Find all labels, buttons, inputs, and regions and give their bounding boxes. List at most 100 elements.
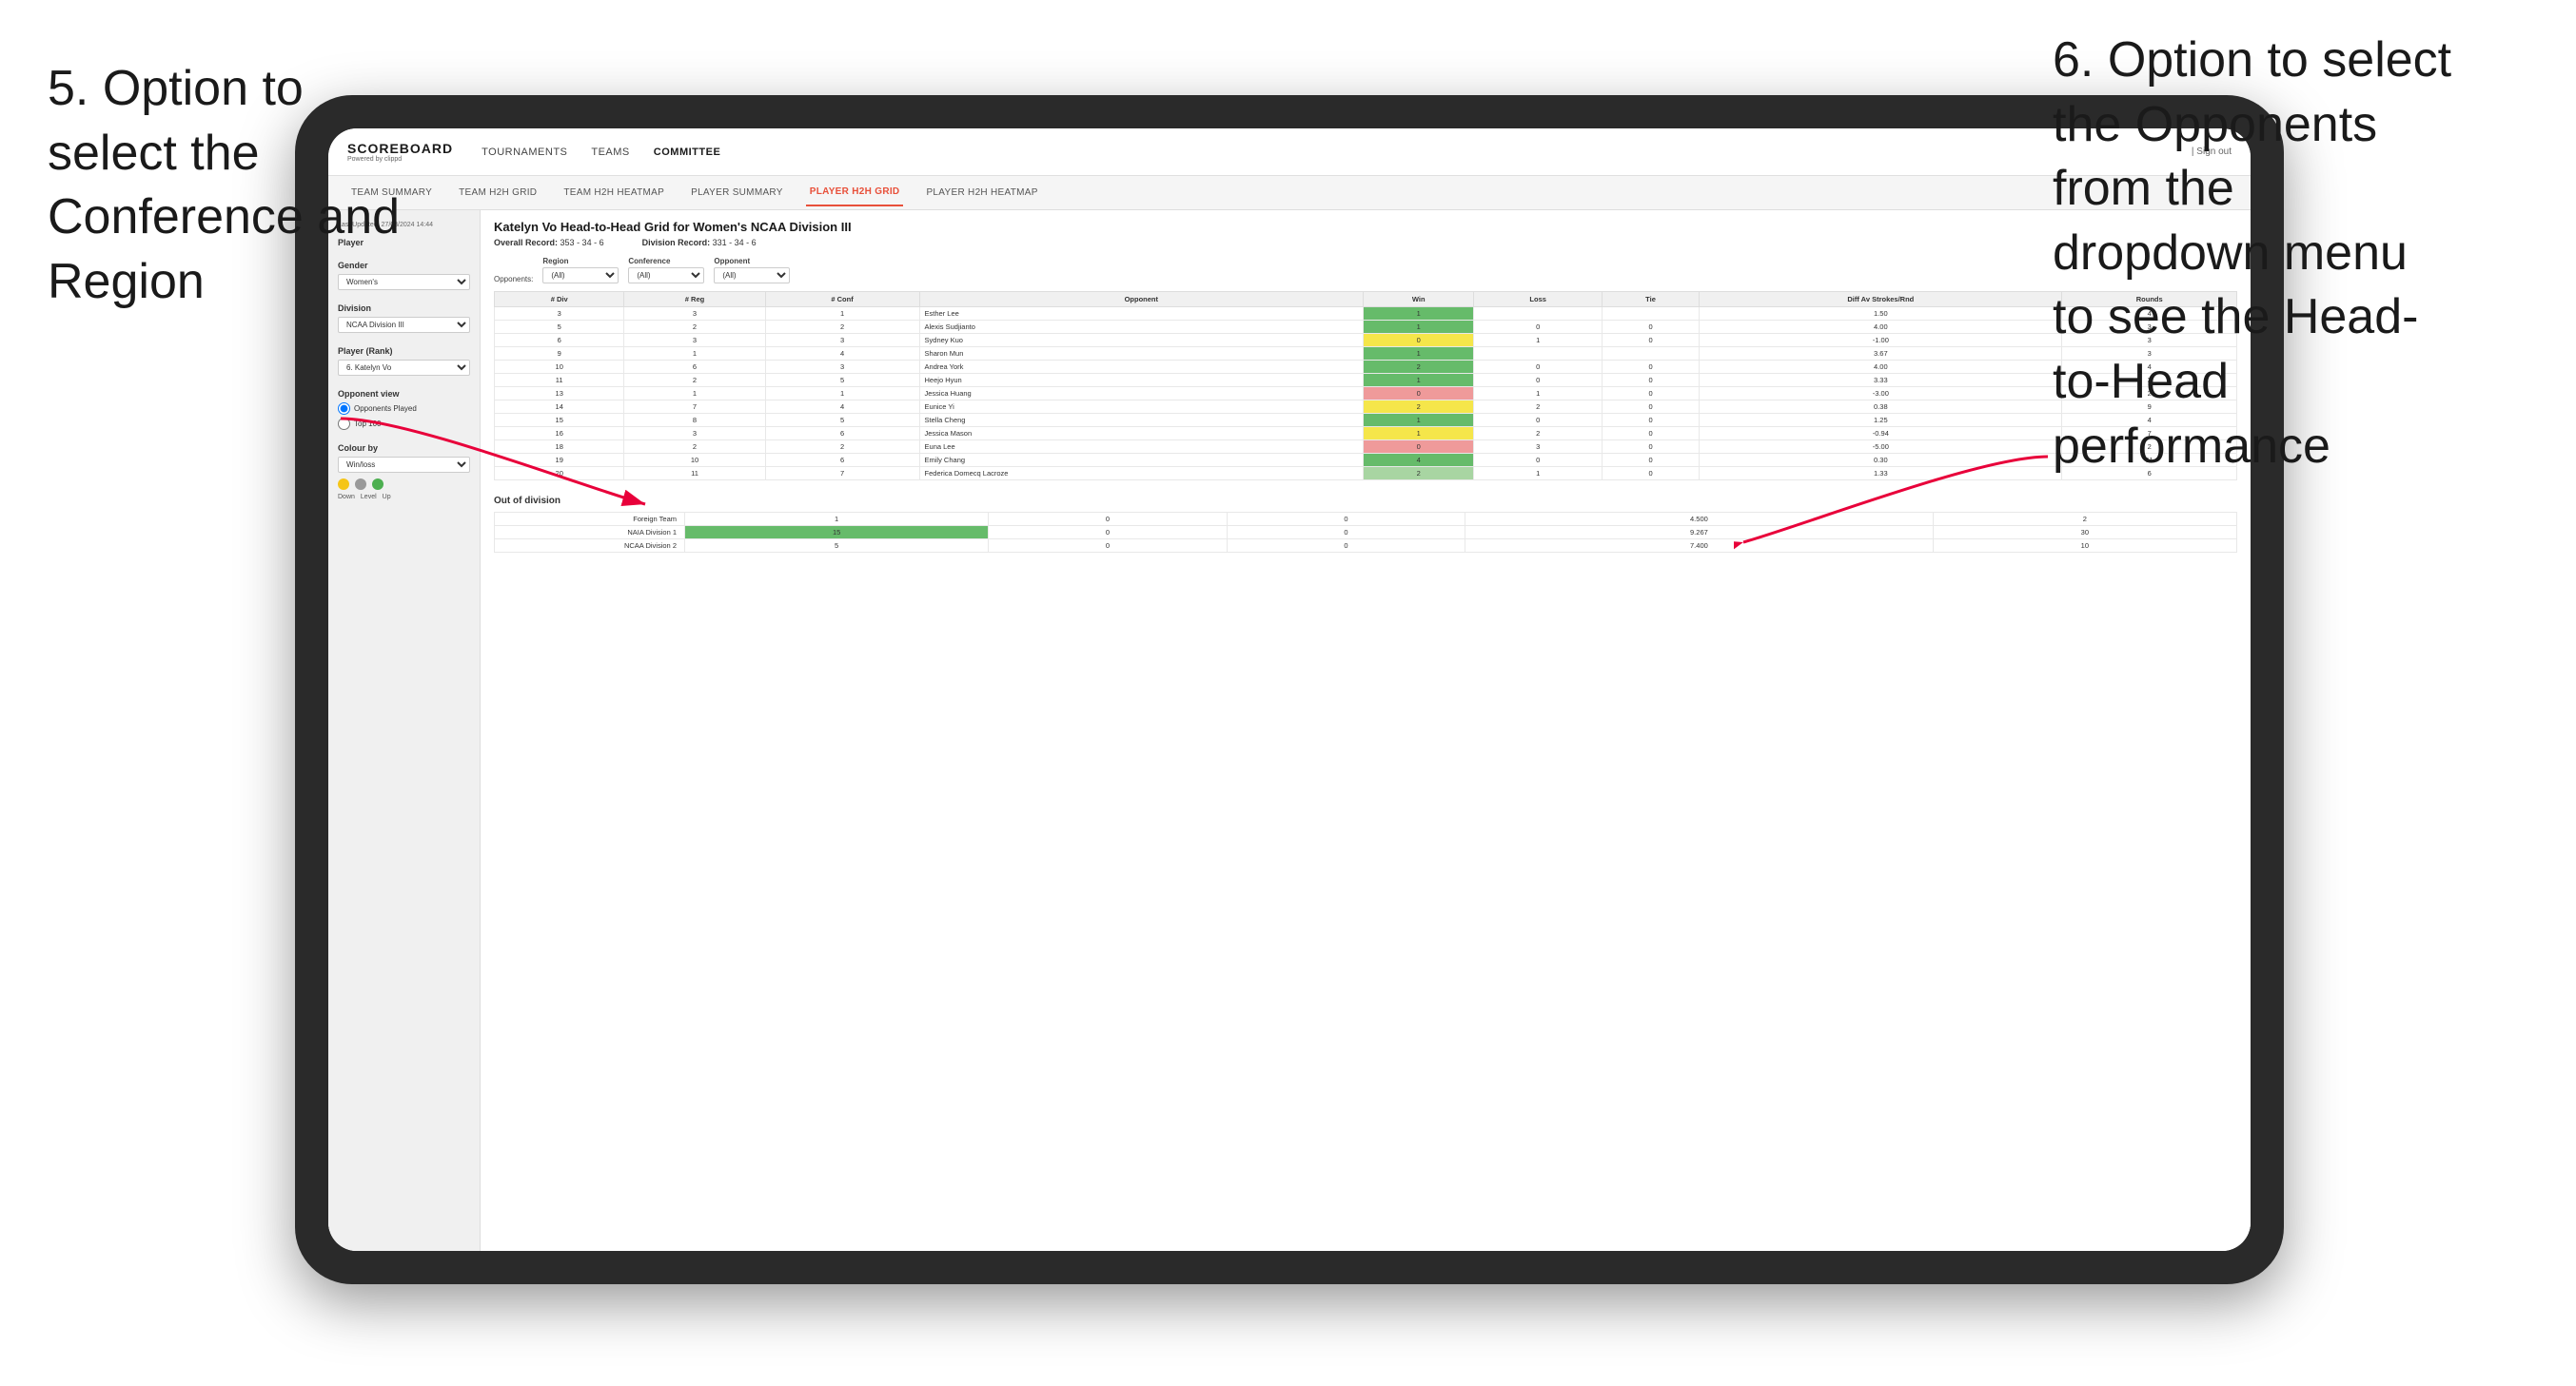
col-loss: Loss bbox=[1474, 292, 1602, 307]
cell-win: 0 bbox=[1364, 440, 1474, 454]
radio-top100[interactable]: Top 100 bbox=[338, 418, 470, 430]
sub-nav-team-h2h-heatmap[interactable]: TEAM H2H HEATMAP bbox=[560, 180, 668, 205]
annotation-left: 5. Option to select the Conference and R… bbox=[48, 57, 400, 314]
table-row: 13 1 1 Jessica Huang 0 1 0 -3.00 2 bbox=[495, 387, 2237, 400]
dot-down bbox=[338, 478, 349, 490]
cell-win: 2 bbox=[1364, 400, 1474, 414]
cell-opponent: Emily Chang bbox=[919, 454, 1364, 467]
cell-diff: 0.38 bbox=[1700, 400, 2062, 414]
cell-out-rounds: 2 bbox=[1933, 513, 2236, 526]
radio-opponents-played[interactable]: Opponents Played bbox=[338, 402, 470, 415]
main-content: Last Updated: 27/03/2024 14:44 Player Ge… bbox=[328, 210, 2251, 1251]
filter-row: Opponents: Region (All) Conference (All) bbox=[494, 257, 2237, 283]
cell-div: 6 bbox=[495, 334, 624, 347]
cell-out-diff: 4.500 bbox=[1465, 513, 1934, 526]
cell-loss: 0 bbox=[1474, 361, 1602, 374]
cell-div: 20 bbox=[495, 467, 624, 480]
col-win: Win bbox=[1364, 292, 1474, 307]
cell-reg: 2 bbox=[624, 440, 765, 454]
dot-level bbox=[355, 478, 366, 490]
table-row: 9 1 4 Sharon Mun 1 3.67 3 bbox=[495, 347, 2237, 361]
data-area: Katelyn Vo Head-to-Head Grid for Women's… bbox=[481, 210, 2251, 1251]
table-row: 11 2 5 Heejo Hyun 1 0 0 3.33 3 bbox=[495, 374, 2237, 387]
cell-loss: 1 bbox=[1474, 334, 1602, 347]
tablet-frame: SCOREBOARD Powered by clippd TOURNAMENTS… bbox=[295, 95, 2284, 1284]
nav-teams[interactable]: TEAMS bbox=[591, 143, 629, 162]
cell-out-name: Foreign Team bbox=[495, 513, 685, 526]
cell-out-win: 5 bbox=[685, 539, 989, 553]
cell-conf: 2 bbox=[765, 440, 919, 454]
conference-filter-select[interactable]: (All) bbox=[628, 267, 704, 283]
cell-diff: -0.94 bbox=[1700, 427, 2062, 440]
opponent-view-radio-group: Opponents Played Top 100 bbox=[338, 402, 470, 430]
out-of-division-title: Out of division bbox=[494, 496, 2237, 506]
cell-div: 18 bbox=[495, 440, 624, 454]
cell-div: 10 bbox=[495, 361, 624, 374]
player-rank-select[interactable]: 6. Katelyn Vo bbox=[338, 360, 470, 376]
cell-loss: 1 bbox=[1474, 467, 1602, 480]
cell-diff: 0.30 bbox=[1700, 454, 2062, 467]
division-select[interactable]: NCAA Division III bbox=[338, 317, 470, 333]
table-row: 5 2 2 Alexis Sudjianto 1 0 0 4.00 3 bbox=[495, 321, 2237, 334]
cell-tie: 0 bbox=[1602, 374, 1699, 387]
opponent-filter-select[interactable]: (All) bbox=[714, 267, 790, 283]
cell-conf: 3 bbox=[765, 334, 919, 347]
filter-region: Region (All) bbox=[542, 257, 619, 283]
cell-win: 1 bbox=[1364, 307, 1474, 321]
col-conf: # Conf bbox=[765, 292, 919, 307]
cell-loss: 0 bbox=[1474, 414, 1602, 427]
out-of-div-row: NCAA Division 2 5 0 0 7.400 10 bbox=[495, 539, 2237, 553]
cell-div: 15 bbox=[495, 414, 624, 427]
nav-committee[interactable]: COMMITTEE bbox=[654, 143, 721, 162]
cell-out-loss: 0 bbox=[989, 539, 1227, 553]
filter-conference: Conference (All) bbox=[628, 257, 704, 283]
cell-out-win: 1 bbox=[685, 513, 989, 526]
nav-tournaments[interactable]: TOURNAMENTS bbox=[482, 143, 567, 162]
cell-loss: 2 bbox=[1474, 427, 1602, 440]
col-tie: Tie bbox=[1602, 292, 1699, 307]
cell-tie bbox=[1602, 347, 1699, 361]
cell-tie: 0 bbox=[1602, 361, 1699, 374]
cell-loss: 3 bbox=[1474, 440, 1602, 454]
cell-out-rounds: 10 bbox=[1933, 539, 2236, 553]
sidebar: Last Updated: 27/03/2024 14:44 Player Ge… bbox=[328, 210, 481, 1251]
opponents-label: Opponents: bbox=[494, 275, 533, 283]
region-filter-select[interactable]: (All) bbox=[542, 267, 619, 283]
dot-labels: Down Level Up bbox=[338, 494, 470, 500]
cell-out-rounds: 30 bbox=[1933, 526, 2236, 539]
cell-reg: 3 bbox=[624, 307, 765, 321]
cell-out-diff: 9.267 bbox=[1465, 526, 1934, 539]
cell-reg: 8 bbox=[624, 414, 765, 427]
cell-conf: 4 bbox=[765, 400, 919, 414]
cell-diff: -1.00 bbox=[1700, 334, 2062, 347]
sub-nav-team-h2h-grid[interactable]: TEAM H2H GRID bbox=[455, 180, 541, 205]
cell-win: 1 bbox=[1364, 321, 1474, 334]
h2h-table: # Div # Reg # Conf Opponent Win Loss Tie… bbox=[494, 291, 2237, 480]
cell-opponent: Alexis Sudjianto bbox=[919, 321, 1364, 334]
cell-reg: 10 bbox=[624, 454, 765, 467]
cell-div: 9 bbox=[495, 347, 624, 361]
cell-tie bbox=[1602, 307, 1699, 321]
sub-nav-player-summary[interactable]: PLAYER SUMMARY bbox=[687, 180, 787, 205]
cell-win: 4 bbox=[1364, 454, 1474, 467]
cell-tie: 0 bbox=[1602, 454, 1699, 467]
table-row: 3 3 1 Esther Lee 1 1.50 4 bbox=[495, 307, 2237, 321]
colour-by-label: Colour by bbox=[338, 443, 470, 453]
division-record-label: Division Record: 331 - 34 - 6 bbox=[642, 238, 757, 247]
cell-out-win: 15 bbox=[685, 526, 989, 539]
cell-opponent: Stella Cheng bbox=[919, 414, 1364, 427]
colour-by-select[interactable]: Win/loss bbox=[338, 457, 470, 473]
dot-up bbox=[372, 478, 383, 490]
filter-opponent-label: Opponent bbox=[714, 257, 790, 265]
sub-nav-player-h2h-heatmap[interactable]: PLAYER H2H HEATMAP bbox=[922, 180, 1041, 205]
table-row: 18 2 2 Euna Lee 0 3 0 -5.00 2 bbox=[495, 440, 2237, 454]
table-row: 16 3 6 Jessica Mason 1 2 0 -0.94 7 bbox=[495, 427, 2237, 440]
cell-loss bbox=[1474, 307, 1602, 321]
cell-opponent: Sharon Mun bbox=[919, 347, 1364, 361]
out-of-div-row: NAIA Division 1 15 0 0 9.267 30 bbox=[495, 526, 2237, 539]
page-title: Katelyn Vo Head-to-Head Grid for Women's… bbox=[494, 220, 2237, 234]
sub-nav-player-h2h-grid[interactable]: PLAYER H2H GRID bbox=[806, 179, 904, 206]
cell-reg: 6 bbox=[624, 361, 765, 374]
cell-loss: 1 bbox=[1474, 387, 1602, 400]
cell-out-diff: 7.400 bbox=[1465, 539, 1934, 553]
